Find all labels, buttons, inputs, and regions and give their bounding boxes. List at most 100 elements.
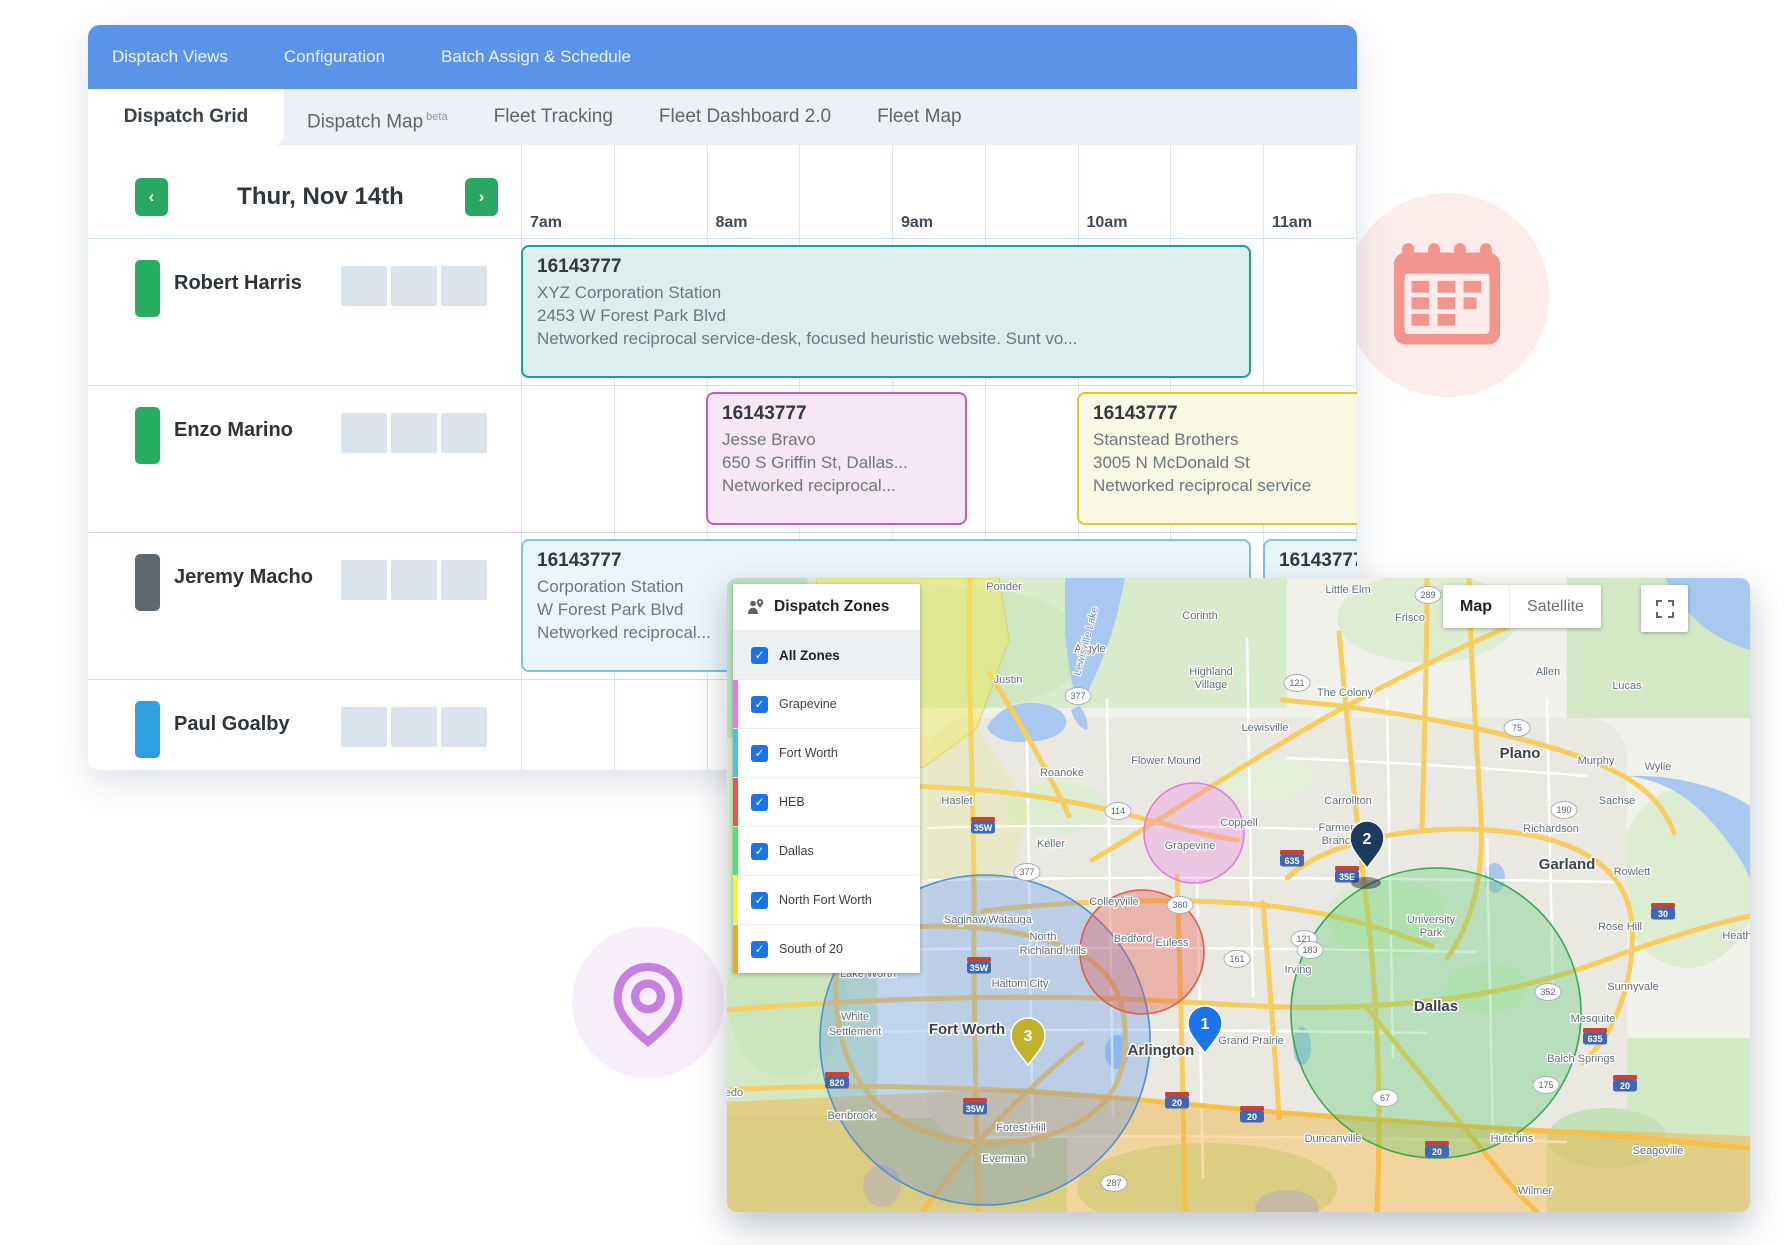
zone-row-dallas[interactable]: ✓ Dallas: [733, 826, 920, 875]
driver-status-bar: [135, 260, 160, 317]
road-shield-360: 360: [1167, 897, 1193, 914]
satellite-button[interactable]: Satellite: [1509, 585, 1601, 628]
map-label-sunnyvale: Sunnyvale: [1607, 981, 1658, 993]
driver-name: Robert Harris: [174, 272, 302, 295]
zones-person-pin-icon: [745, 597, 765, 617]
time-label-8am: 8am: [716, 214, 748, 232]
time-label-7am: 7am: [530, 214, 562, 232]
map-label-university: University: [1407, 914, 1456, 926]
tab-fleet-tracking[interactable]: Fleet Tracking: [471, 89, 636, 145]
topnav-item-disptach-views[interactable]: Disptach Views: [112, 47, 228, 67]
checkbox-all-zones[interactable]: ✓: [751, 647, 768, 664]
map-label-coppell: Coppell: [1220, 817, 1257, 829]
svg-text:20: 20: [1620, 1081, 1630, 1091]
map-label-white: White: [841, 1011, 869, 1023]
svg-text:30: 30: [1658, 909, 1668, 919]
schedule-event[interactable]: 16143777Stanstead Brothers3005 N McDonal…: [1077, 392, 1357, 525]
zone-row-south-of-20[interactable]: ✓South of 20: [733, 924, 920, 973]
tab-dispatch-map[interactable]: Dispatch Mapbeta: [284, 89, 471, 145]
tab-label: Dispatch Map: [307, 111, 423, 132]
road-shield-67: 67: [1372, 1090, 1398, 1107]
map-label-the-colony: The Colony: [1317, 687, 1374, 699]
map-label-fort-worth: Fort Worth: [929, 1021, 1005, 1038]
dispatch-zones-header: Dispatch Zones: [733, 584, 920, 631]
map-label-keller: Keller: [1037, 838, 1065, 850]
map-label-everman: Everman: [982, 1153, 1026, 1165]
placeholder-box: [441, 266, 487, 306]
zone-color-stripe: [733, 925, 738, 973]
event-detail-line: Networked reciprocal service-desk, focus…: [537, 327, 1235, 350]
map-label-ponder: Ponder: [986, 581, 1022, 593]
map-label-sachse: Sachse: [1599, 795, 1636, 807]
prev-day-button[interactable]: ‹: [135, 178, 168, 216]
map-label-richardson: Richardson: [1523, 823, 1579, 835]
checkbox-south-of-20[interactable]: ✓: [751, 941, 768, 958]
zone-row-fort-worth[interactable]: ✓Fort Worth: [733, 728, 920, 777]
road-shield-75: 75: [1504, 720, 1530, 737]
map-button[interactable]: Map: [1443, 585, 1509, 628]
placeholder-box: [341, 413, 387, 453]
topnav-item-batch-assign-schedule[interactable]: Batch Assign & Schedule: [441, 47, 631, 67]
map-label-hutchins: Hutchins: [1491, 1133, 1534, 1145]
tab-fleet-dashboard-2-0[interactable]: Fleet Dashboard 2.0: [636, 89, 854, 145]
tab-dispatch-grid[interactable]: Dispatch Grid: [88, 89, 284, 145]
tab-label: Fleet Map: [877, 106, 961, 127]
map-label-bedford: Bedford: [1114, 933, 1153, 945]
event-job-number: 16143777: [537, 256, 1235, 278]
map-label-seagoville: Seagoville: [1633, 1145, 1684, 1157]
event-detail-line: Networked reciprocal...: [722, 474, 951, 497]
event-detail-line: 3005 N McDonald St: [1093, 451, 1353, 474]
zone-row-grapevine[interactable]: ✓Grapevine: [733, 679, 920, 728]
zone-row-north-fort-worth[interactable]: ✓North Fort Worth: [733, 875, 920, 924]
schedule-row-robert-harris: Robert Harris 16143777XYZ Corporation Sta…: [88, 238, 1357, 386]
driver-status-bar: [135, 701, 160, 758]
topnav-item-configuration[interactable]: Configuration: [284, 47, 385, 67]
zone-color-stripe: [733, 729, 738, 777]
map-label-north: North: [1030, 931, 1057, 943]
zone-label: Dallas: [779, 844, 814, 858]
fullscreen-button[interactable]: [1641, 585, 1688, 632]
svg-text:161: 161: [1229, 954, 1244, 964]
next-day-button[interactable]: ›: [465, 178, 498, 216]
map-label-aledo: Aledo: [727, 1087, 743, 1099]
zone-row-heb[interactable]: ✓HEB: [733, 777, 920, 826]
dispatch-zones-panel: Dispatch Zones ✓All Zones✓Grapevine✓Fort…: [733, 584, 920, 973]
checkbox-grapevine[interactable]: ✓: [751, 696, 768, 713]
map-label-benbrook: Benbrook: [827, 1110, 875, 1122]
placeholder-box: [391, 413, 437, 453]
schedule-event[interactable]: 16143777XYZ Corporation Station2453 W Fo…: [521, 245, 1251, 378]
svg-text:121: 121: [1289, 678, 1304, 688]
map-label-grapevine: Grapevine: [1165, 840, 1216, 852]
checkbox-north-fort-worth[interactable]: ✓: [751, 892, 768, 909]
map-label-irving: Irving: [1285, 964, 1312, 976]
checkbox-heb[interactable]: ✓: [751, 794, 768, 811]
driver-name: Enzo Marino: [174, 419, 293, 442]
location-pin-icon: [602, 956, 694, 1048]
checkbox-dallas[interactable]: ✓: [751, 843, 768, 860]
checkbox-fort-worth[interactable]: ✓: [751, 745, 768, 762]
schedule-event[interactable]: 16143777Jesse Bravo650 S Griffin St, Dal…: [706, 392, 967, 525]
road-shield-352: 352: [1535, 984, 1561, 1001]
zone-row-all-zones[interactable]: ✓All Zones: [733, 631, 920, 679]
road-shield-121: 121: [1284, 675, 1310, 692]
svg-text:377: 377: [1019, 867, 1034, 877]
road-shield-161: 161: [1224, 951, 1250, 968]
zone-color-stripe: [733, 827, 738, 875]
event-detail-line: 2453 W Forest Park Blvd: [537, 304, 1235, 327]
map-label-corinth: Corinth: [1182, 610, 1217, 622]
event-detail-line: Jesse Bravo: [722, 428, 951, 451]
map-label-carrollton: Carrollton: [1324, 795, 1372, 807]
map-label-roanoke: Roanoke: [1040, 767, 1084, 779]
svg-text:20: 20: [1172, 1098, 1182, 1108]
map-type-toggle: Map Satellite: [1443, 585, 1601, 628]
event-detail-line: Stanstead Brothers: [1093, 428, 1353, 451]
tab-fleet-map[interactable]: Fleet Map: [854, 89, 984, 145]
zone-color-stripe: [733, 876, 738, 924]
calendar-decoration-circle: [1345, 193, 1549, 397]
map-label-haltom-city: Haltom City: [992, 978, 1049, 990]
svg-text:183: 183: [1302, 945, 1317, 955]
svg-text:820: 820: [829, 1078, 844, 1088]
map-label-flower-mound: Flower Mound: [1131, 755, 1201, 767]
map-label-rowlett: Rowlett: [1614, 866, 1651, 878]
driver-placeholder-boxes: [341, 413, 487, 453]
